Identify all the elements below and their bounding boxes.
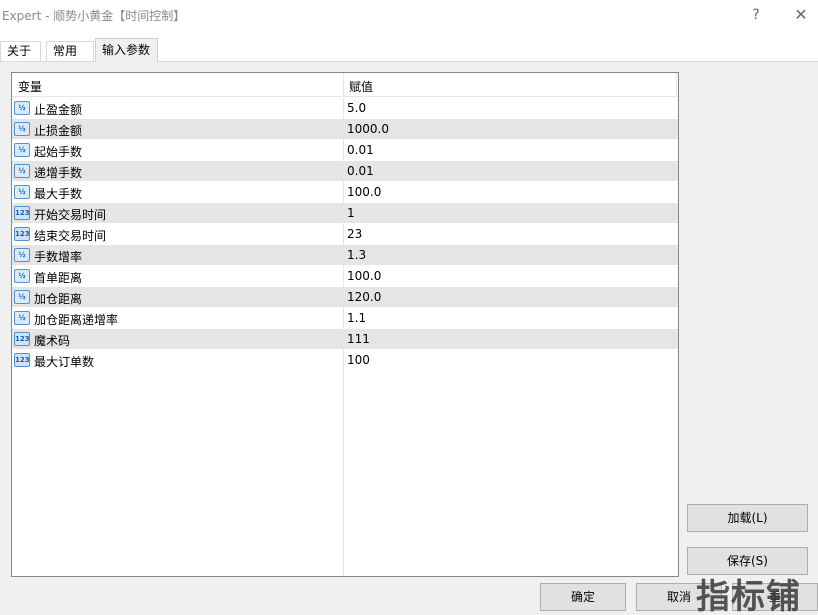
parameter-value[interactable]: 1 (347, 206, 355, 220)
table-row[interactable]: 123 魔术码 111 (12, 329, 678, 350)
column-divider (343, 287, 344, 308)
parameter-value[interactable]: 100 (347, 353, 370, 367)
table-row[interactable]: ½ 最大手数 100.0 (12, 182, 678, 203)
parameter-value[interactable]: 1.1 (347, 311, 366, 325)
ok-button[interactable]: 确定 (540, 583, 626, 611)
help-icon[interactable]: ? (744, 4, 768, 26)
column-divider (343, 161, 344, 182)
close-icon[interactable]: ✕ (789, 4, 813, 26)
parameter-name: 加仓距离递增率 (34, 313, 119, 327)
integer-param-icon: 123 (14, 353, 30, 367)
parameter-name: 止盈金额 (34, 103, 83, 117)
column-divider (343, 119, 344, 140)
parameter-name: 止损金额 (34, 124, 83, 138)
table-row[interactable]: ½ 止盈金额 5.0 (12, 98, 678, 119)
column-divider (343, 308, 344, 329)
column-divider (343, 245, 344, 266)
load-button[interactable]: 加载(L) (687, 504, 808, 532)
column-divider (343, 329, 344, 350)
table-row[interactable]: 123 结束交易时间 23 (12, 224, 678, 245)
parameter-value[interactable]: 1000.0 (347, 122, 389, 136)
double-param-icon: ½ (14, 185, 30, 199)
table-row[interactable]: 123 开始交易时间 1 (12, 203, 678, 224)
parameter-name: 魔术码 (34, 334, 71, 348)
parameter-name: 手数增率 (34, 250, 83, 264)
parameter-value[interactable]: 100.0 (347, 269, 381, 283)
column-divider (343, 350, 344, 371)
column-divider (343, 224, 344, 245)
integer-param-icon: 123 (14, 332, 30, 346)
table-row[interactable]: ½ 加仓距离 120.0 (12, 287, 678, 308)
parameter-name: 最大手数 (34, 187, 83, 201)
double-param-icon: ½ (14, 164, 30, 178)
table-row[interactable]: ½ 起始手数 0.01 (12, 140, 678, 161)
column-divider-line (343, 371, 344, 576)
double-param-icon: ½ (14, 269, 30, 283)
grid-header: 变量 赋值 (12, 73, 678, 97)
table-row[interactable]: ½ 止损金额 1000.0 (12, 119, 678, 140)
column-divider (343, 203, 344, 224)
parameter-value[interactable]: 0.01 (347, 164, 374, 178)
column-divider (343, 98, 344, 119)
parameter-value[interactable]: 1.3 (347, 248, 366, 262)
double-param-icon: ½ (14, 122, 30, 136)
grid-rows: ½ 止盈金额 5.0 ½ 止损金额 1000.0 ½ 起始手数 0.01 ½ 递增手数 0.01 ½ 最大… (12, 98, 678, 371)
parameter-name: 起始手数 (34, 145, 83, 159)
integer-param-icon: 123 (14, 227, 30, 241)
table-row[interactable]: ½ 加仓距离递增率 1.1 (12, 308, 678, 329)
column-divider (343, 182, 344, 203)
parameter-value[interactable]: 100.0 (347, 185, 381, 199)
title-bar: Expert - 顺势小黄金【时间控制】 ? ✕ (0, 0, 818, 30)
double-param-icon: ½ (14, 143, 30, 157)
double-param-icon: ½ (14, 311, 30, 325)
parameter-name: 加仓距离 (34, 292, 83, 306)
tab-common[interactable]: 常用 (46, 41, 94, 62)
integer-param-icon: 123 (14, 206, 30, 220)
parameter-value[interactable]: 120.0 (347, 290, 381, 304)
parameter-value[interactable]: 23 (347, 227, 362, 241)
parameter-value[interactable]: 0.01 (347, 143, 374, 157)
column-divider[interactable] (676, 73, 677, 97)
parameter-name: 首单距离 (34, 271, 83, 285)
parameter-name: 递增手数 (34, 166, 83, 180)
parameters-grid[interactable]: 变量 赋值 ½ 止盈金额 5.0 ½ 止损金额 1000.0 ½ 起始手数 0.01 ½ 递增手数 0… (11, 72, 679, 577)
watermark-logo: 指标铺 (696, 577, 801, 615)
column-header-variable[interactable]: 变量 (18, 78, 42, 95)
table-row[interactable]: ½ 手数增率 1.3 (12, 245, 678, 266)
table-row[interactable]: ½ 首单距离 100.0 (12, 266, 678, 287)
window-title: Expert - 顺势小黄金【时间控制】 (2, 9, 186, 23)
table-row[interactable]: 123 最大订单数 100 (12, 350, 678, 371)
tab-about[interactable]: 关于 (0, 41, 41, 62)
double-param-icon: ½ (14, 101, 30, 115)
parameter-value[interactable]: 111 (347, 332, 370, 346)
double-param-icon: ½ (14, 290, 30, 304)
parameter-name: 开始交易时间 (34, 208, 107, 222)
column-divider (343, 140, 344, 161)
column-divider (343, 266, 344, 287)
parameter-name: 结束交易时间 (34, 229, 107, 243)
column-header-value[interactable]: 赋值 (349, 78, 373, 95)
column-divider[interactable] (343, 73, 344, 97)
parameter-name: 最大订单数 (34, 355, 95, 369)
double-param-icon: ½ (14, 248, 30, 262)
tab-inputs[interactable]: 输入参数 (95, 38, 158, 62)
parameter-value[interactable]: 5.0 (347, 101, 366, 115)
table-row[interactable]: ½ 递增手数 0.01 (12, 161, 678, 182)
